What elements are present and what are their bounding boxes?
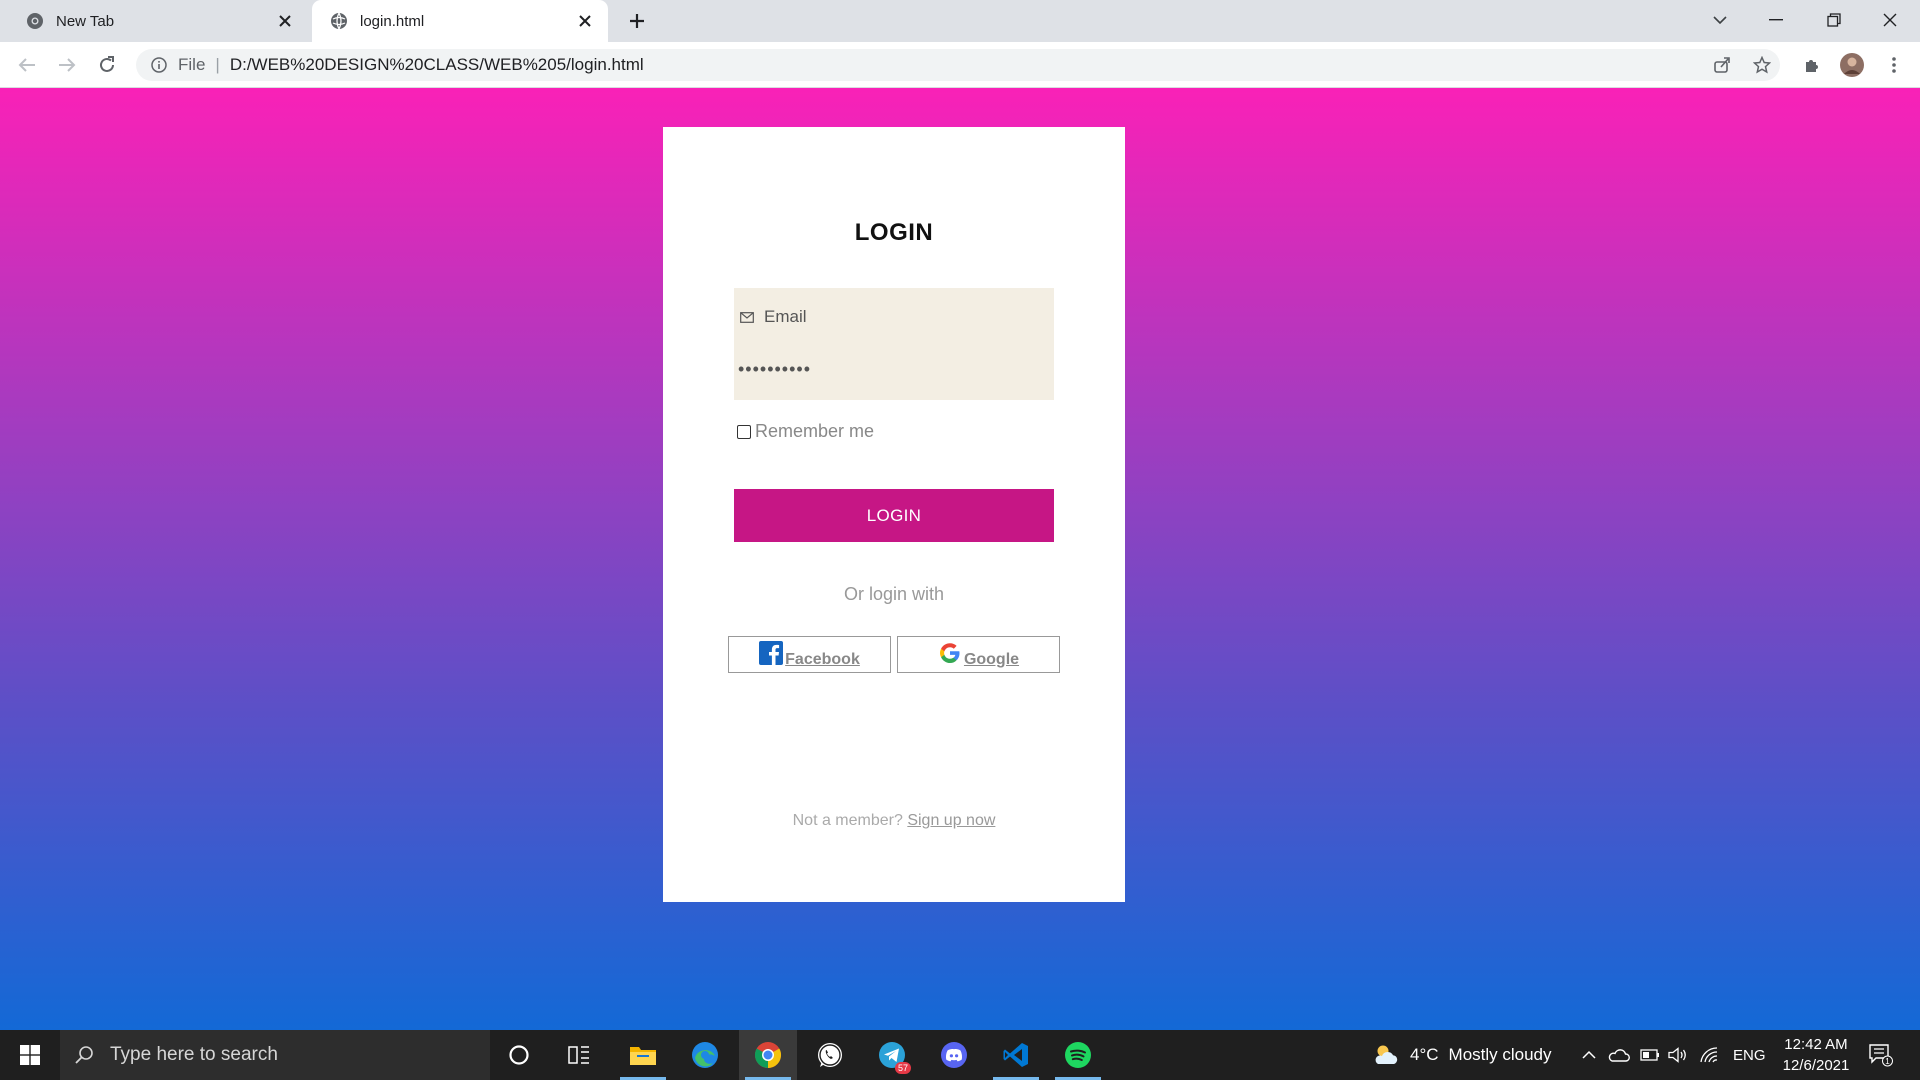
google-icon	[938, 641, 962, 665]
cortana-icon[interactable]	[490, 1030, 548, 1080]
google-label: Google	[963, 651, 1020, 668]
google-login-button[interactable]: Google	[897, 636, 1060, 673]
windows-taskbar: Type here to search 57 4°C Mostly cloudy…	[0, 1030, 1920, 1080]
close-tab-icon[interactable]	[574, 10, 596, 32]
battery-icon[interactable]	[1640, 1030, 1660, 1080]
taskbar-search-box[interactable]: Type here to search	[60, 1030, 490, 1080]
address-bar[interactable]: File | D:/WEB%20DESIGN%20CLASS/WEB%205/l…	[136, 49, 1780, 81]
task-view-icon[interactable]	[550, 1030, 608, 1080]
windows-start-icon[interactable]	[0, 1030, 60, 1080]
extensions-puzzle-icon[interactable]	[1796, 49, 1828, 81]
remember-label: Remember me	[755, 421, 875, 441]
language-indicator[interactable]: ENG	[1733, 1030, 1766, 1080]
weather-widget[interactable]: 4°C Mostly cloudy	[1372, 1030, 1552, 1080]
partly-cloudy-icon	[1372, 1043, 1400, 1067]
file-explorer-icon[interactable]	[614, 1030, 672, 1080]
scheme-label: File	[178, 55, 206, 74]
share-icon[interactable]	[1706, 49, 1738, 81]
remember-me[interactable]: Remember me	[737, 421, 874, 442]
reload-icon[interactable]	[92, 50, 122, 80]
clock-time: 12:42 AM	[1784, 1036, 1848, 1053]
discord-icon[interactable]	[925, 1030, 983, 1080]
signup-prompt: Not a member? Sign up now	[663, 812, 1125, 830]
globe-icon	[330, 12, 348, 30]
whatsapp-icon[interactable]	[801, 1030, 859, 1080]
info-icon[interactable]	[150, 56, 168, 74]
weather-temp: 4°C	[1410, 1045, 1439, 1064]
facebook-login-button[interactable]: Facebook	[728, 636, 891, 673]
spotify-icon[interactable]	[1049, 1030, 1107, 1080]
login-button[interactable]: LOGIN	[734, 489, 1054, 542]
edge-icon[interactable]	[676, 1030, 734, 1080]
chrome-menu-icon[interactable]	[1878, 49, 1910, 81]
telegram-badge: 57	[894, 1062, 911, 1074]
tab-login-html[interactable]: login.html	[312, 0, 608, 42]
facebook-label: Facebook	[785, 651, 860, 668]
tab-title: login.html	[360, 12, 425, 30]
onedrive-icon[interactable]	[1608, 1030, 1630, 1080]
login-card: LOGIN Email •••••••••• Remember me LOGIN…	[663, 127, 1125, 902]
facebook-icon	[759, 641, 784, 665]
tab-title: New Tab	[56, 12, 115, 30]
tab-strip: New Tab login.html	[0, 0, 1920, 42]
wifi-icon[interactable]	[1700, 1030, 1718, 1080]
show-hidden-icons-chevron-icon[interactable]	[1582, 1030, 1596, 1080]
profile-avatar[interactable]	[1836, 49, 1868, 81]
minimize-window-icon[interactable]	[1748, 0, 1804, 40]
taskbar-clock[interactable]: 12:42 AM 12/6/2021	[1770, 1034, 1862, 1076]
vscode-icon[interactable]	[987, 1030, 1045, 1080]
back-arrow-icon[interactable]	[12, 50, 42, 80]
envelope-icon	[740, 309, 756, 325]
clock-date: 12/6/2021	[1782, 1057, 1850, 1074]
volume-icon[interactable]	[1668, 1030, 1688, 1080]
chrome-taskbar-icon[interactable]	[739, 1030, 797, 1080]
notification-count: 1	[1885, 1057, 1890, 1066]
search-icon	[74, 1044, 96, 1066]
bookmark-star-icon[interactable]	[1746, 49, 1778, 81]
signup-link[interactable]: Sign up now	[907, 812, 995, 829]
url-text[interactable]: D:/WEB%20DESIGN%20CLASS/WEB%205/login.ht…	[230, 55, 1780, 75]
page-viewport: LOGIN Email •••••••••• Remember me LOGIN…	[0, 88, 1920, 1030]
or-login-with-text: Or login with	[843, 584, 945, 604]
email-field[interactable]: Email	[734, 298, 1054, 336]
chrome-icon	[26, 12, 44, 30]
login-title: LOGIN	[854, 219, 934, 246]
forward-arrow-icon[interactable]	[52, 50, 82, 80]
remember-checkbox[interactable]	[737, 424, 751, 439]
browser-toolbar: File | D:/WEB%20DESIGN%20CLASS/WEB%205/l…	[0, 42, 1920, 88]
telegram-icon[interactable]: 57	[863, 1030, 921, 1080]
password-field[interactable]: ••••••••••	[738, 354, 1038, 384]
tab-search-chevron-icon[interactable]	[1692, 0, 1748, 40]
address-separator: |	[215, 55, 220, 74]
close-tab-icon[interactable]	[274, 10, 296, 32]
email-placeholder: Email	[764, 307, 807, 326]
tab-new-tab[interactable]: New Tab	[8, 0, 308, 42]
new-tab-button[interactable]	[622, 6, 652, 36]
close-window-icon[interactable]	[1862, 0, 1918, 40]
signup-prompt-text: Not a member?	[792, 812, 903, 829]
credentials-box: Email ••••••••••	[734, 288, 1054, 400]
notification-center-icon[interactable]: 1	[1868, 1030, 1894, 1080]
search-placeholder: Type here to search	[110, 1044, 278, 1065]
weather-condition: Mostly cloudy	[1448, 1045, 1552, 1064]
restore-window-icon[interactable]	[1806, 0, 1862, 40]
